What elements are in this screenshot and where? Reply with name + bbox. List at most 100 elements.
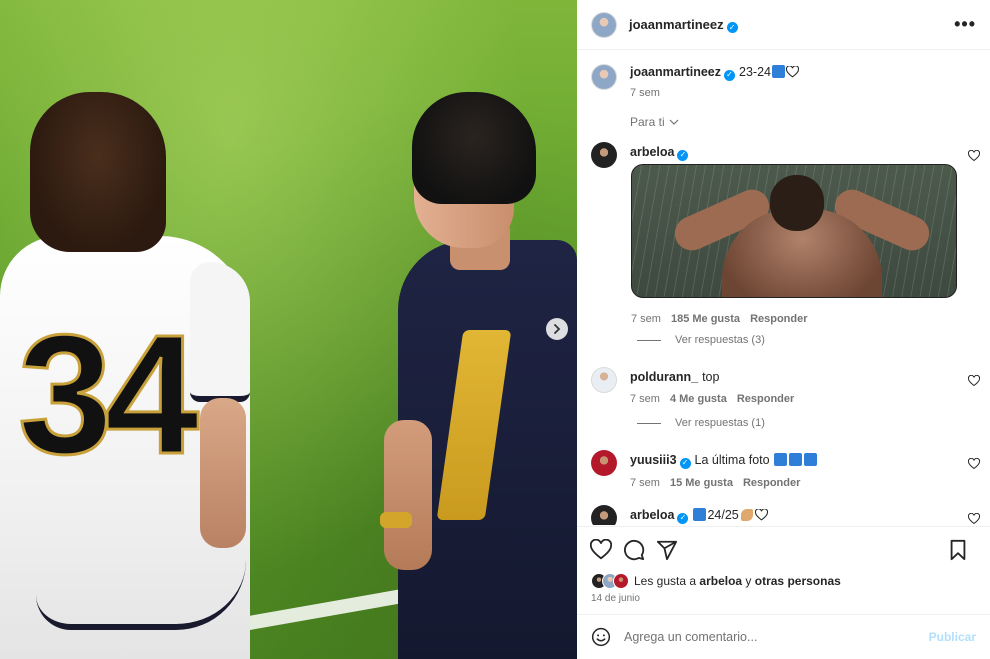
likes-user[interactable]: arbeloa: [699, 574, 742, 588]
comment-bubble-icon: [624, 539, 645, 561]
caption-username-text[interactable]: joaanmartineez: [630, 65, 721, 79]
commenter-username-text[interactable]: arbeloa: [630, 508, 674, 522]
share-button[interactable]: [656, 539, 678, 561]
commenter-avatar[interactable]: [591, 367, 617, 393]
down-arrow-emoji-icon: [804, 453, 818, 466]
heart-icon: [967, 457, 981, 470]
commenter-username[interactable]: arbeloa ✓: [630, 508, 689, 524]
heart-emoji-icon: [785, 65, 800, 78]
caption-text: 23-24: [739, 65, 771, 79]
comment-text: La última foto: [694, 453, 770, 467]
like-comment-button[interactable]: [967, 149, 981, 162]
comments-list[interactable]: joaanmartineez ✓ 23-24 7 sem Para ti arbel…: [577, 51, 990, 525]
likes-others[interactable]: otras personas: [755, 574, 841, 588]
send-icon: [656, 540, 678, 561]
author-avatar[interactable]: [591, 11, 617, 38]
add-comment-bar: Publicar: [577, 614, 990, 659]
like-comment-button[interactable]: [967, 512, 981, 525]
post-side-panel: joaanmartineez ✓ ••• joaanmartineez ✓ 23-24…: [577, 0, 990, 659]
post-date: 14 de junio: [591, 593, 640, 604]
view-replies-button[interactable]: Ver respuestas (3): [637, 334, 765, 346]
soon-emoji-icon: [693, 508, 707, 521]
commenter-username[interactable]: yuusiii3 ✓: [630, 453, 691, 469]
caption-row: joaanmartineez ✓ 23-24 7 sem: [591, 64, 800, 99]
like-comment-button[interactable]: [967, 374, 981, 387]
post-actions: Les gusta a arbeloa y otras personas 14 …: [577, 526, 990, 614]
heart-emoji-icon: [754, 508, 768, 521]
likes-text: Les gusta a arbeloa y otras personas: [634, 574, 841, 588]
heart-icon: [589, 538, 613, 560]
reply-button[interactable]: Responder: [737, 393, 794, 405]
verified-badge-icon: ✓: [726, 21, 738, 33]
view-replies-button[interactable]: Ver respuestas (1): [637, 417, 765, 429]
player-hair: [30, 92, 166, 252]
sort-label: Para ti: [630, 115, 665, 129]
save-button[interactable]: [947, 539, 969, 561]
sort-dropdown[interactable]: Para ti: [630, 115, 679, 129]
comment-gif-image[interactable]: [631, 164, 957, 298]
heart-icon: [967, 374, 981, 387]
coach-hair: [412, 92, 536, 204]
coach-arm: [384, 420, 432, 570]
view-replies-label: Ver respuestas (1): [675, 417, 765, 429]
commenter-avatar[interactable]: [591, 142, 617, 168]
commenter-username-text[interactable]: arbeloa: [630, 145, 674, 159]
comment-item: poldurann_ top 7 sem 4 Me gusta Responder: [591, 367, 794, 405]
comment-input[interactable]: [624, 630, 924, 644]
instagram-post-view: 34 joaanmartineez ✓ ••• joaanmartineez ✓…: [0, 0, 990, 659]
comment-item: yuusiii3 ✓ La última foto 7 sem 15 Me gust…: [591, 450, 818, 489]
post-photo[interactable]: 34: [0, 0, 577, 659]
caption-avatar[interactable]: [591, 64, 617, 90]
comment-time: 7 sem: [630, 393, 660, 405]
soon-emoji-icon: [772, 65, 785, 78]
author-username-text[interactable]: joaanmartineez: [629, 17, 724, 32]
comment-text: top: [702, 370, 720, 384]
verified-badge-icon: ✓: [679, 457, 691, 469]
coach-watch: [380, 512, 412, 528]
likes-summary[interactable]: Les gusta a arbeloa y otras personas: [591, 573, 841, 589]
liker-avatar: [613, 573, 629, 589]
comment-likes[interactable]: 15 Me gusta: [670, 477, 733, 489]
bookmark-icon: [950, 539, 966, 561]
jersey-number: 34: [16, 300, 200, 490]
commenter-username[interactable]: arbeloa ✓: [630, 145, 689, 161]
comment-likes[interactable]: 185 Me gusta: [671, 313, 740, 325]
comment-likes[interactable]: 4 Me gusta: [670, 393, 727, 405]
more-options-button[interactable]: •••: [954, 14, 976, 35]
flexed-biceps-emoji-icon: [740, 509, 753, 521]
publish-button[interactable]: Publicar: [929, 630, 976, 644]
comment-text: 24/25: [707, 508, 739, 522]
reply-button[interactable]: Responder: [743, 477, 800, 489]
verified-badge-icon: ✓: [677, 512, 689, 524]
player-sleeve: [190, 262, 250, 402]
chevron-right-icon: [554, 324, 561, 334]
replies-dash: [637, 422, 661, 424]
replies-dash: [637, 339, 661, 341]
author-username[interactable]: joaanmartineez ✓: [629, 17, 738, 33]
emoji-icon[interactable]: [591, 627, 611, 647]
next-photo-button[interactable]: [546, 318, 568, 340]
verified-badge-icon: ✓: [677, 149, 689, 161]
commenter-username[interactable]: poldurann_: [630, 370, 698, 384]
commenter-username-text[interactable]: yuusiii3: [630, 453, 677, 467]
commenter-avatar[interactable]: [591, 505, 617, 525]
caption-time: 7 sem: [630, 86, 660, 99]
gif-head: [770, 175, 824, 231]
like-button[interactable]: [589, 538, 613, 561]
down-arrow-emoji-icon: [774, 453, 788, 466]
heart-icon: [967, 512, 981, 525]
likes-connector: y: [745, 574, 752, 588]
verified-badge-icon: ✓: [724, 69, 736, 81]
likes-prefix: Les gusta a: [634, 574, 697, 588]
player-arm: [200, 398, 246, 548]
caption-username[interactable]: joaanmartineez ✓: [630, 65, 736, 81]
comment-item: arbeloa ✓ 24/25: [591, 505, 768, 525]
comment-button[interactable]: [623, 539, 645, 561]
down-arrow-emoji-icon: [789, 453, 803, 466]
reply-button[interactable]: Responder: [750, 313, 807, 325]
comment-time: 7 sem: [631, 313, 661, 325]
view-replies-label: Ver respuestas (3): [675, 334, 765, 346]
commenter-avatar[interactable]: [591, 450, 617, 476]
like-comment-button[interactable]: [967, 457, 981, 470]
heart-icon: [967, 149, 981, 162]
